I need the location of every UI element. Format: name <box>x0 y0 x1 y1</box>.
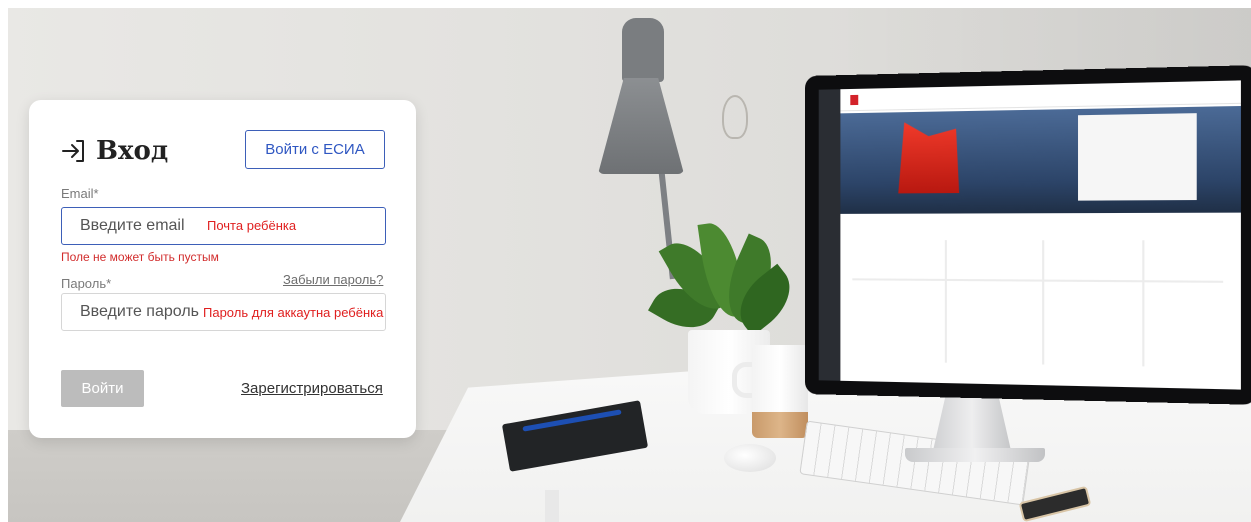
register-link[interactable]: Зарегистрироваться <box>241 380 383 397</box>
monitor <box>805 65 1251 405</box>
login-card: Вход Войти с ЕСИА Email* Почта ребёнка П… <box>29 100 416 438</box>
lamp-head <box>622 18 664 82</box>
lamp-charm <box>722 95 748 139</box>
mug-sleeve <box>752 412 808 438</box>
frame-edge-left <box>0 0 8 522</box>
login-arrow-icon <box>62 140 84 162</box>
email-error: Поле не может быть пустым <box>61 250 219 264</box>
computer-mouse <box>724 444 776 472</box>
monitor-foot <box>905 448 1045 462</box>
screen-logo <box>850 94 859 106</box>
password-label: Пароль* <box>61 276 112 291</box>
screen-tiles <box>852 240 1224 368</box>
lamp-shade <box>598 78 684 174</box>
screen-sidebar <box>818 89 841 381</box>
email-input[interactable] <box>61 207 386 245</box>
monitor-screen <box>818 80 1241 390</box>
login-title: Вход <box>60 136 168 166</box>
frame-edge-top <box>0 0 1251 8</box>
screen-card <box>1078 113 1197 201</box>
password-input[interactable] <box>61 293 386 331</box>
login-title-text: Вход <box>96 136 169 166</box>
email-label: Email* <box>61 186 99 201</box>
forgot-password-link[interactable]: Забыли пароль? <box>283 272 383 287</box>
desk-leg <box>545 490 559 522</box>
esia-login-button[interactable]: Войти с ЕСИА <box>245 130 385 169</box>
login-submit-button[interactable]: Войти <box>61 370 144 407</box>
